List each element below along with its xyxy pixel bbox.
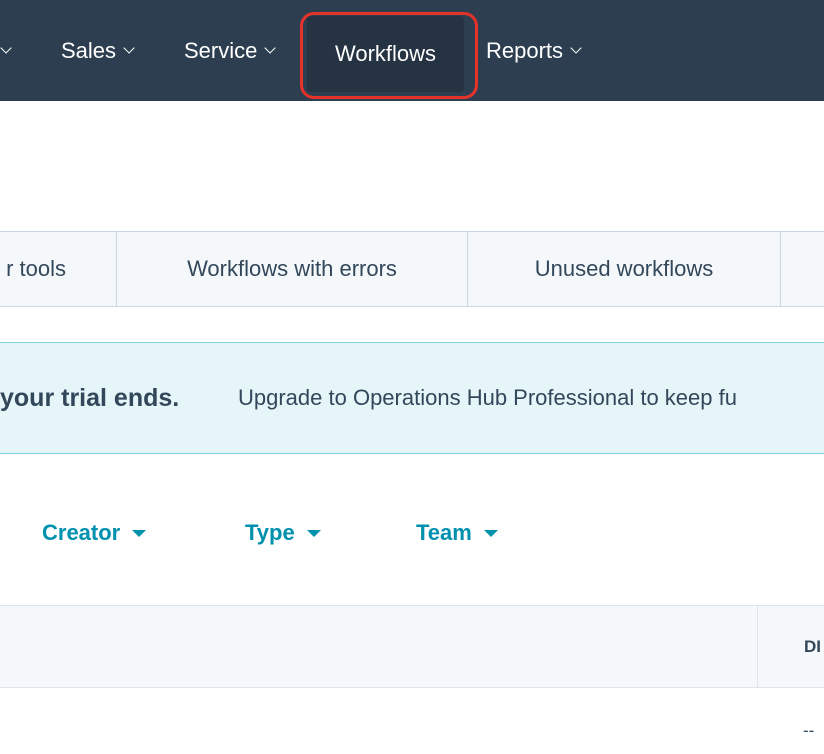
chevron-down-icon [570, 41, 582, 54]
nav-menu-reports-label: Reports [486, 37, 564, 63]
table-header: DI [0, 605, 824, 688]
tab-unused-workflows-label: Unused workflows [534, 256, 714, 281]
filter-team[interactable]: Team [416, 512, 498, 554]
tab-divider [780, 232, 781, 306]
banner-message: Upgrade to Operations Hub Professional t… [238, 385, 737, 410]
chevron-down-icon [0, 41, 12, 54]
trial-banner: your trial ends. Upgrade to Operations H… [0, 342, 824, 454]
chevron-down-icon [123, 41, 135, 54]
top-nav: Sales Service Workflows Reports [0, 0, 824, 101]
view-tabs: r tools Workflows with errors Unused wor… [0, 231, 824, 307]
caret-down-icon [483, 529, 498, 537]
tab-workflows-with-errors-label: Workflows with errors [187, 256, 397, 281]
filter-creator[interactable]: Creator [42, 512, 147, 554]
nav-menu-sales[interactable]: Sales [61, 0, 135, 101]
nav-menu-reports[interactable]: Reports [486, 0, 582, 101]
table-row[interactable]: -- [0, 687, 824, 754]
filter-type-label: Type [245, 520, 295, 545]
tab-tools[interactable]: r tools [0, 232, 66, 306]
filter-team-label: Team [416, 520, 472, 545]
caret-down-icon [306, 529, 321, 537]
nav-menu-service-label: Service [184, 37, 258, 63]
caret-down-icon [132, 529, 147, 537]
column-divider [757, 606, 758, 687]
nav-menu-workflows[interactable]: Workflows [307, 16, 464, 92]
chevron-down-icon [264, 41, 277, 54]
banner-title: your trial ends. [0, 383, 180, 412]
nav-menu-service[interactable]: Service [184, 0, 277, 101]
nav-menu-previous[interactable] [0, 0, 12, 101]
tab-tools-label: r tools [6, 256, 66, 281]
tab-workflows-with-errors[interactable]: Workflows with errors [117, 232, 467, 306]
tab-unused-workflows[interactable]: Unused workflows [468, 232, 780, 306]
nav-menu-workflows-label: Workflows [334, 41, 437, 66]
filter-type[interactable]: Type [245, 512, 321, 554]
nav-menu-sales-label: Sales [61, 37, 117, 63]
filter-creator-label: Creator [42, 520, 121, 545]
table-cell: -- [803, 721, 815, 740]
column-header[interactable]: DI [804, 606, 821, 687]
